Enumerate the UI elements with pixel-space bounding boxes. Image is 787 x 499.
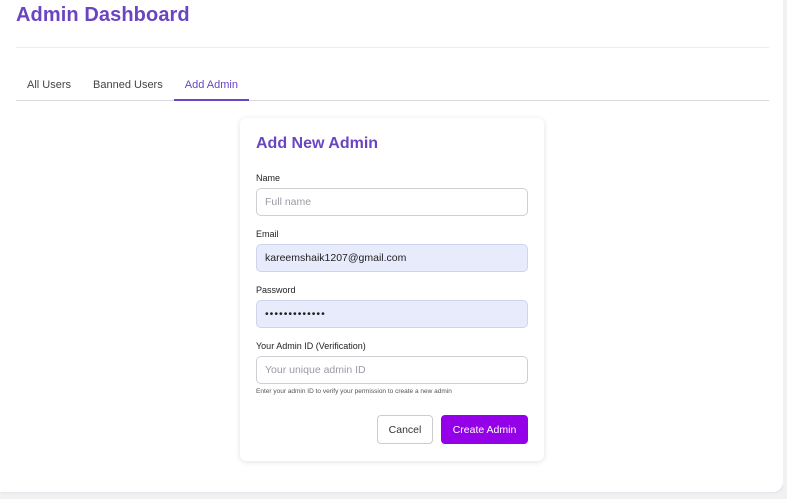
tab-add-admin[interactable]: Add Admin	[173, 72, 249, 101]
password-input[interactable]	[256, 300, 528, 328]
admin-id-hint: Enter your admin ID to verify your permi…	[256, 388, 452, 395]
tab-bar: All Users Banned Users Add Admin	[16, 72, 769, 101]
email-label: Email	[256, 229, 279, 239]
name-input[interactable]	[256, 188, 528, 216]
tab-all-users[interactable]: All Users	[16, 72, 82, 99]
admin-dashboard-page: Admin Dashboard All Users Banned Users A…	[0, 0, 783, 492]
cancel-button[interactable]: Cancel	[377, 415, 433, 444]
admin-id-input[interactable]	[256, 356, 528, 384]
password-label: Password	[256, 285, 296, 295]
page-title: Admin Dashboard	[16, 4, 190, 26]
create-admin-button[interactable]: Create Admin	[441, 415, 528, 444]
header-divider	[16, 47, 769, 48]
add-admin-card: Add New Admin Name Email Password Your A…	[240, 118, 544, 461]
email-input[interactable]	[256, 244, 528, 272]
tab-banned-users[interactable]: Banned Users	[82, 72, 174, 99]
name-label: Name	[256, 173, 281, 183]
form-title: Add New Admin	[256, 135, 379, 152]
admin-id-label: Your Admin ID (Verification)	[256, 341, 366, 351]
page-scrollbar[interactable]	[783, 0, 787, 499]
